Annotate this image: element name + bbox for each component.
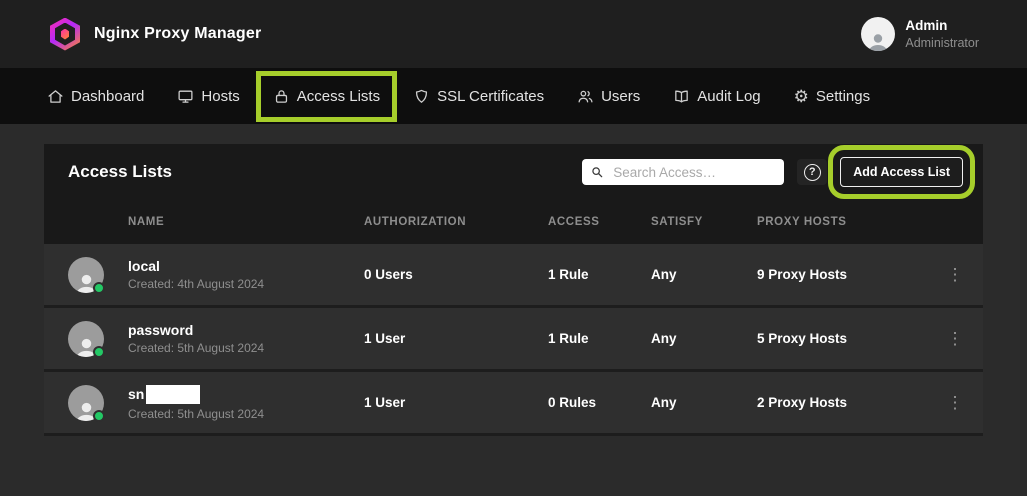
user-name: Admin bbox=[905, 17, 979, 35]
nav-label: Audit Log bbox=[697, 88, 760, 105]
authorization-cell: 1 User bbox=[364, 395, 548, 410]
user-avatar bbox=[861, 17, 895, 51]
row-avatar bbox=[68, 257, 104, 293]
screen: Nginx Proxy Manager Admin Administrator … bbox=[0, 0, 1027, 496]
panel-top: Access Lists ? Add Access List bbox=[44, 144, 983, 244]
nav-item-dashboard[interactable]: Dashboard bbox=[44, 85, 147, 108]
row-menu-button[interactable]: ⋮ bbox=[940, 392, 971, 413]
nav-label: Users bbox=[601, 88, 640, 105]
column-header-proxy-hosts: PROXY HOSTS bbox=[757, 216, 927, 228]
proxy-hosts-cell: 9 Proxy Hosts bbox=[757, 267, 927, 282]
name-cell: password Created: 5th August 2024 bbox=[128, 322, 364, 355]
row-avatar bbox=[68, 321, 104, 357]
table-row[interactable]: local Created: 4th August 2024 0 Users 1… bbox=[44, 244, 983, 308]
add-access-list-button[interactable]: Add Access List bbox=[840, 157, 963, 187]
authorization-cell: 1 User bbox=[364, 331, 548, 346]
gear-icon: ⚙ bbox=[794, 88, 809, 105]
app-logo-icon bbox=[50, 18, 80, 51]
access-lists-panel: Access Lists ? Add Access List bbox=[44, 144, 983, 436]
app-title: Nginx Proxy Manager bbox=[94, 25, 261, 43]
table-row[interactable]: password Created: 5th August 2024 1 User… bbox=[44, 308, 983, 372]
name-cell: sn Created: 5th August 2024 bbox=[128, 385, 364, 421]
nav-label: SSL Certificates bbox=[437, 88, 544, 105]
user-meta: Admin Administrator bbox=[905, 17, 979, 51]
search-box bbox=[582, 159, 784, 185]
access-cell: 1 Rule bbox=[548, 267, 651, 282]
redaction-box bbox=[146, 385, 200, 404]
panel-header: Access Lists ? Add Access List bbox=[44, 144, 983, 200]
access-list-name: sn bbox=[128, 385, 364, 404]
column-header-authorization: AUTHORIZATION bbox=[364, 216, 548, 228]
created-date: Created: 5th August 2024 bbox=[128, 407, 364, 421]
search-icon bbox=[590, 165, 604, 179]
panel-actions: ? Add Access List bbox=[582, 157, 963, 187]
satisfy-cell: Any bbox=[651, 267, 757, 282]
authorization-cell: 0 Users bbox=[364, 267, 548, 282]
nav-label: Access Lists bbox=[297, 88, 380, 105]
name-cell: local Created: 4th August 2024 bbox=[128, 258, 364, 291]
nav-item-users[interactable]: Users bbox=[574, 85, 643, 108]
access-list-name: local bbox=[128, 258, 364, 274]
access-list-name-text: sn bbox=[128, 386, 144, 402]
created-date: Created: 5th August 2024 bbox=[128, 341, 364, 355]
book-icon bbox=[673, 88, 690, 105]
online-status-dot bbox=[93, 282, 105, 294]
column-header-satisfy: SATISFY bbox=[651, 216, 757, 228]
user-menu[interactable]: Admin Administrator bbox=[861, 17, 979, 51]
nav-item-ssl-certificates[interactable]: SSL Certificates bbox=[410, 85, 547, 108]
panel-title: Access Lists bbox=[68, 162, 172, 182]
row-menu-button[interactable]: ⋮ bbox=[940, 264, 971, 285]
table-row[interactable]: sn Created: 5th August 2024 1 User 0 Rul… bbox=[44, 372, 983, 436]
question-mark-icon: ? bbox=[804, 164, 821, 181]
online-status-dot bbox=[93, 346, 105, 358]
nav-label: Dashboard bbox=[71, 88, 144, 105]
column-header-access: ACCESS bbox=[548, 216, 651, 228]
nav-label: Hosts bbox=[201, 88, 239, 105]
access-cell: 0 Rules bbox=[548, 395, 651, 410]
access-cell: 1 Rule bbox=[548, 331, 651, 346]
top-bar: Nginx Proxy Manager Admin Administrator bbox=[0, 0, 1027, 68]
user-role: Administrator bbox=[905, 35, 979, 51]
access-list-name: password bbox=[128, 322, 364, 338]
home-icon bbox=[47, 88, 64, 105]
main-nav: Dashboard Hosts Access Lists SSL Certifi… bbox=[0, 68, 1027, 124]
table-body: local Created: 4th August 2024 0 Users 1… bbox=[44, 244, 983, 436]
nav-item-hosts[interactable]: Hosts bbox=[174, 85, 242, 108]
content-area: Access Lists ? Add Access List bbox=[0, 124, 1027, 436]
row-menu-button[interactable]: ⋮ bbox=[940, 328, 971, 349]
lock-icon bbox=[273, 88, 290, 105]
table-header-row: NAME AUTHORIZATION ACCESS SATISFY PROXY … bbox=[44, 200, 983, 244]
brand: Nginx Proxy Manager bbox=[50, 18, 261, 51]
nav-label: Settings bbox=[816, 88, 870, 105]
column-header-name: NAME bbox=[128, 216, 364, 228]
users-icon bbox=[577, 88, 594, 105]
monitor-icon bbox=[177, 88, 194, 105]
satisfy-cell: Any bbox=[651, 395, 757, 410]
proxy-hosts-cell: 2 Proxy Hosts bbox=[757, 395, 927, 410]
shield-icon bbox=[413, 88, 430, 105]
row-avatar bbox=[68, 385, 104, 421]
created-date: Created: 4th August 2024 bbox=[128, 277, 364, 291]
nav-item-audit-log[interactable]: Audit Log bbox=[670, 85, 763, 108]
satisfy-cell: Any bbox=[651, 331, 757, 346]
online-status-dot bbox=[93, 410, 105, 422]
nav-item-settings[interactable]: ⚙ Settings bbox=[791, 85, 873, 108]
proxy-hosts-cell: 5 Proxy Hosts bbox=[757, 331, 927, 346]
search-input[interactable] bbox=[611, 164, 776, 181]
nav-item-access-lists[interactable]: Access Lists bbox=[270, 85, 383, 108]
help-button[interactable]: ? bbox=[797, 159, 827, 185]
